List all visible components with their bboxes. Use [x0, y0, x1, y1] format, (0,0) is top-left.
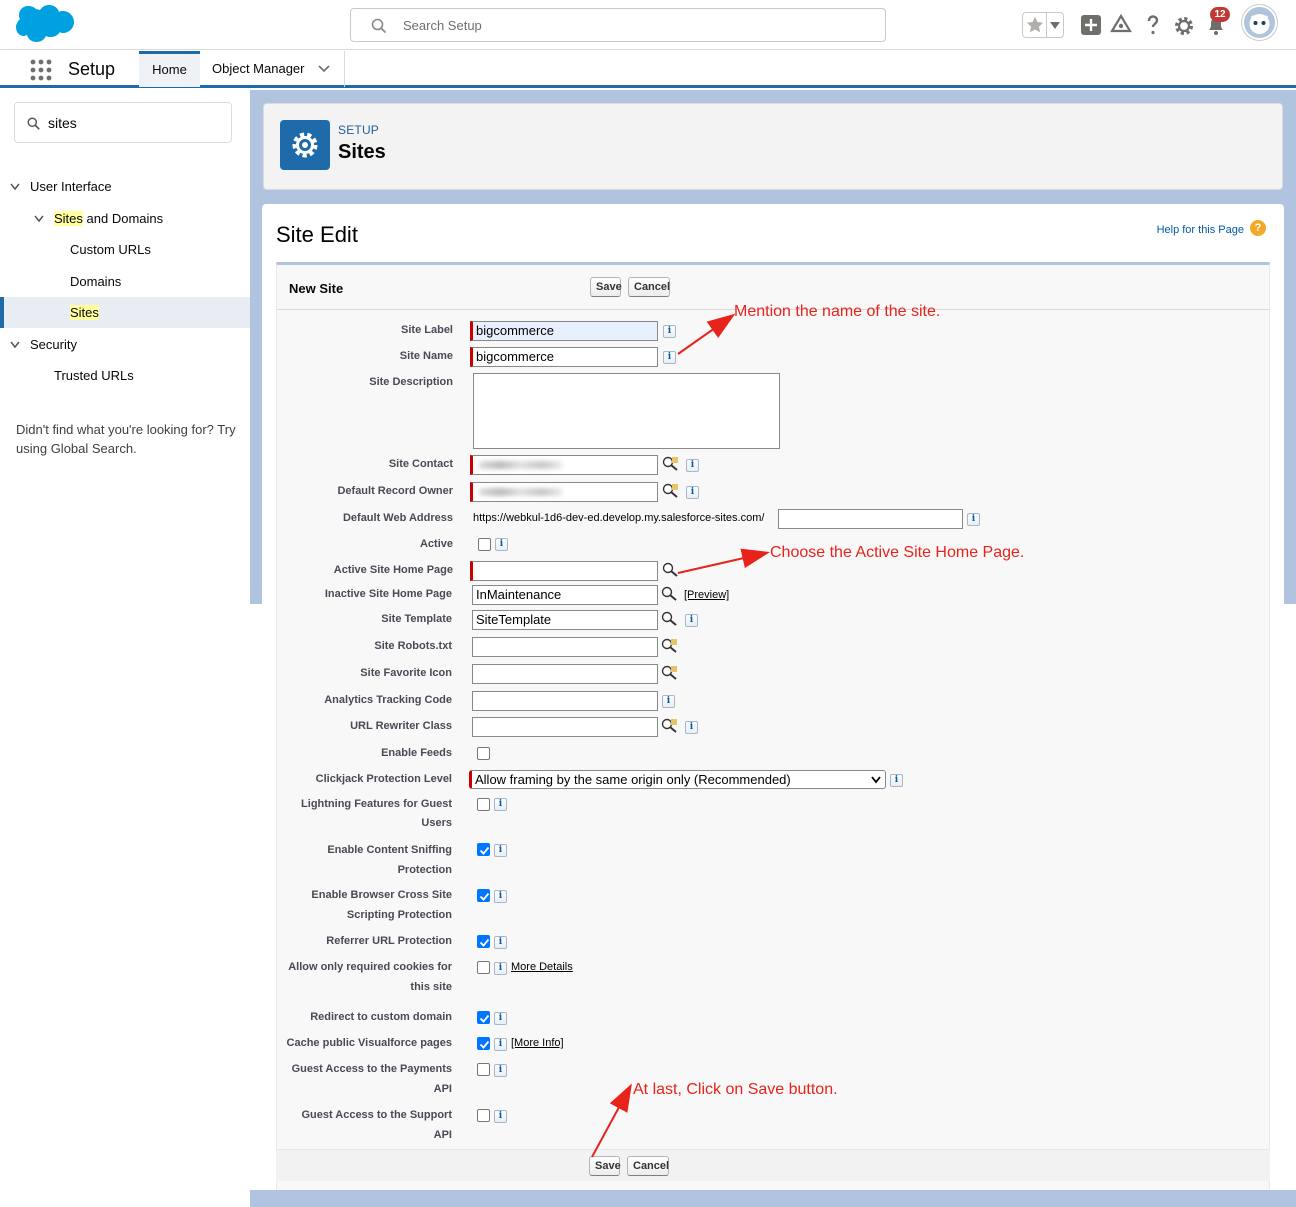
annotation-active-home: Choose the Active Site Home Page. — [770, 544, 1025, 561]
section-title: Site Edit — [276, 222, 358, 247]
form-lower-background — [250, 604, 1296, 1190]
site-description-textarea[interactable] — [473, 373, 780, 449]
lookup-magnifier-icon[interactable] — [662, 456, 679, 471]
tree-selected-row — [0, 297, 250, 328]
chevron-down-icon[interactable] — [10, 341, 20, 349]
site-description-label: Site Description — [369, 376, 453, 388]
trailhead-icon[interactable] — [1109, 12, 1133, 38]
chevron-down-icon[interactable] — [34, 215, 44, 223]
quick-find-value: sites — [48, 115, 77, 131]
lookup-magnifier-icon[interactable] — [662, 483, 679, 498]
tree-item-label: Sites and Domains — [54, 203, 163, 234]
tree-item-security[interactable]: Security — [0, 329, 250, 360]
not-found-hint: Didn't find what you're looking for? Try… — [16, 422, 236, 456]
salesforce-logo[interactable] — [16, 5, 74, 45]
save-button-bottom[interactable]: Save — [589, 1156, 621, 1176]
page-header: SETUP Sites — [263, 103, 1283, 190]
global-search-input[interactable]: Search Setup — [350, 8, 886, 42]
active-site-home-page-input[interactable] — [470, 561, 658, 581]
app-name: Setup — [68, 59, 116, 79]
tree-item-user-interface[interactable]: User Interface — [0, 171, 250, 202]
tree-item-domains[interactable]: Domains — [70, 266, 121, 297]
help-icon[interactable] — [1141, 12, 1165, 38]
tree-item-label: Security — [30, 337, 77, 352]
global-header: Search Setup 12 — [0, 0, 1296, 50]
redacted-value — [479, 461, 563, 469]
tab-object-manager[interactable]: Object Manager — [200, 51, 345, 87]
default-record-owner-label: Default Record Owner — [337, 485, 453, 497]
lookup-magnifier-icon[interactable] — [662, 562, 679, 577]
tree-item-sites[interactable]: Sites — [70, 297, 99, 328]
default-web-address-label: Default Web Address — [342, 512, 453, 524]
star-icon[interactable] — [1026, 16, 1044, 34]
chevron-down-icon[interactable] — [318, 64, 330, 74]
tree-item-label: Sites — [70, 305, 99, 320]
save-button-top[interactable]: Save — [590, 277, 622, 297]
search-icon — [27, 117, 40, 130]
global-actions-add-icon[interactable] — [1079, 12, 1103, 38]
search-highlight: Sites — [54, 211, 83, 226]
page-kicker: SETUP — [338, 123, 380, 137]
site-name-input[interactable]: bigcommerce — [470, 347, 658, 367]
info-icon[interactable]: i — [686, 459, 699, 472]
tree-item-trusted-urls[interactable]: Trusted URLs — [54, 360, 134, 391]
redacted-value — [479, 488, 563, 496]
active-label: Active — [419, 538, 453, 550]
site-contact-label: Site Contact — [388, 458, 453, 470]
search-placeholder: Search Setup — [403, 18, 482, 33]
tree-item-label: User Interface — [30, 179, 112, 194]
site-name-label: Site Name — [399, 350, 453, 362]
help-question-icon[interactable]: ? — [1250, 220, 1266, 236]
site-label-label: Site Label — [401, 324, 453, 336]
active-checkbox[interactable] — [478, 538, 491, 551]
tab-home[interactable]: Home — [139, 51, 200, 87]
info-icon[interactable]: i — [663, 325, 676, 338]
help-for-this-page-link[interactable]: Help for this Page — [1157, 224, 1244, 236]
setup-sidebar: sites User Interface Sites and Domains C… — [0, 90, 250, 1207]
cancel-button-bottom[interactable]: Cancel — [627, 1156, 669, 1176]
annotation-site-name: Mention the name of the site. — [734, 303, 941, 320]
default-record-owner-input[interactable] — [470, 482, 658, 502]
setup-gear-icon — [280, 120, 330, 170]
favorites-button-group[interactable] — [1022, 12, 1064, 38]
tree-item-sites-and-domains[interactable]: Sites and Domains — [0, 203, 250, 234]
tab-object-manager-label: Object Manager — [212, 61, 305, 76]
quick-find-input[interactable]: sites — [14, 102, 232, 143]
chevron-down-icon[interactable] — [1050, 22, 1060, 29]
active-site-home-page-label: Active Site Home Page — [333, 564, 453, 576]
app-launcher-grid-icon[interactable] — [30, 59, 52, 81]
chevron-down-icon[interactable] — [10, 183, 20, 191]
info-icon[interactable]: i — [495, 538, 508, 551]
annotation-save: At last, Click on Save button. — [633, 1081, 838, 1098]
info-icon[interactable]: i — [967, 513, 980, 526]
user-avatar[interactable] — [1242, 5, 1277, 40]
site-contact-input[interactable] — [470, 455, 658, 475]
web-address-prefix: https://webkul-1d6-dev-ed.develop.my.sal… — [473, 512, 765, 524]
notification-count-badge: 12 — [1210, 7, 1230, 22]
content-background-bottom — [250, 1190, 1296, 1207]
page-block-lower — [276, 604, 1270, 1190]
tree-item-label-rest: and Domains — [82, 211, 164, 226]
info-icon[interactable]: i — [663, 351, 676, 364]
app-navigation-bar: Setup Home Object Manager — [0, 51, 1296, 88]
web-address-suffix-input[interactable] — [778, 509, 963, 529]
search-icon — [371, 18, 387, 34]
gear-icon[interactable] — [1172, 12, 1196, 38]
tree-item-custom-urls[interactable]: Custom URLs — [70, 234, 151, 265]
site-label-input[interactable]: bigcommerce — [470, 321, 658, 341]
cancel-button-top[interactable]: Cancel — [628, 277, 670, 297]
info-icon[interactable]: i — [686, 486, 699, 499]
page-block-title: New Site — [289, 281, 344, 296]
page-title: Sites — [338, 141, 386, 163]
